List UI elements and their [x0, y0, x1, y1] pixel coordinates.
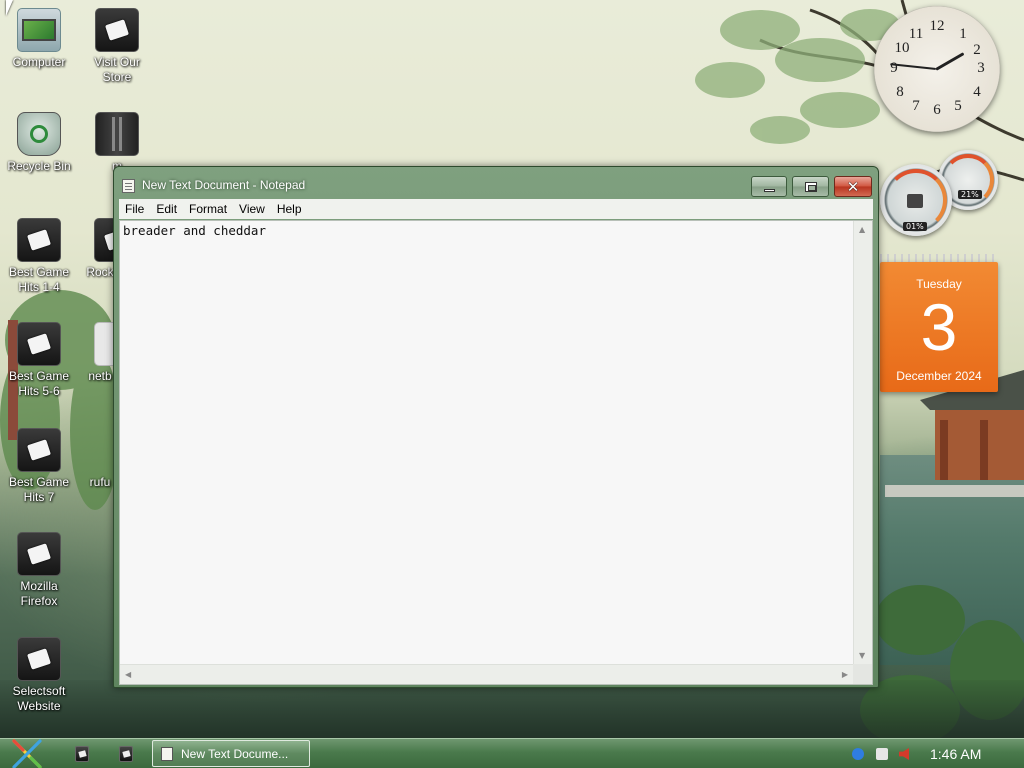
- desktop-icon-recycle-bin[interactable]: Recycle Bin: [2, 112, 76, 174]
- scroll-up-icon[interactable]: ▲: [859, 225, 865, 234]
- shortcut-icon: [17, 218, 61, 262]
- shortcut-icon: [17, 532, 61, 576]
- quick-launch-icon[interactable]: [75, 746, 89, 762]
- menu-bar: File Edit Format View Help: [119, 199, 873, 219]
- desktop-icon-selectsoft-website[interactable]: Selectsoft Website: [2, 637, 76, 714]
- clock-number: 6: [933, 102, 941, 118]
- window-title: New Text Document - Notepad: [142, 178, 306, 192]
- calendar-day-number: 3: [920, 290, 958, 364]
- maximize-button[interactable]: [792, 176, 829, 197]
- title-bar[interactable]: New Text Document - Notepad ✕: [114, 167, 878, 201]
- notepad-icon: [161, 747, 173, 761]
- desktop-icon-label: Best Game Hits 5-6: [8, 369, 70, 398]
- text-editor-area[interactable]: breader and cheddar ▲ ▼ ◀ ▶: [119, 220, 873, 685]
- cpu-meter-gadget[interactable]: 01%: [880, 164, 952, 236]
- desktop-icon-label: Mozilla Firefox: [20, 579, 58, 608]
- desktop-icon-label: Selectsoft Website: [12, 684, 66, 713]
- minimize-button[interactable]: [751, 176, 787, 197]
- desktop-icon-best-game-hits-7[interactable]: Best Game Hits 7: [2, 428, 76, 505]
- menu-format[interactable]: Format: [183, 199, 233, 219]
- desktop-icon-m[interactable]: m: [80, 112, 154, 174]
- clock-number: 1: [959, 26, 967, 42]
- resize-grip[interactable]: [853, 664, 872, 684]
- shortcut-icon: [17, 637, 61, 681]
- memory-percent: 21%: [958, 190, 982, 199]
- desktop-icon-label: Best Game Hits 1-4: [8, 265, 70, 294]
- scroll-right-icon[interactable]: ▶: [842, 670, 848, 679]
- document-text[interactable]: breader and cheddar: [123, 223, 266, 238]
- taskbar-notepad-button[interactable]: New Text Docume...: [152, 740, 310, 767]
- bushes-decoration: [860, 585, 1024, 740]
- shortcut-icon: [17, 322, 61, 366]
- minimize-icon: [763, 188, 775, 192]
- shortcut-icon: [95, 8, 139, 52]
- clock-number: 11: [908, 26, 924, 42]
- menu-file[interactable]: File: [119, 199, 150, 219]
- clock-number: 12: [929, 18, 945, 34]
- ground-decoration: [0, 680, 1024, 738]
- shortcut-icon: [17, 428, 61, 472]
- desktop-icon-mozilla-firefox[interactable]: Mozilla Firefox: [2, 532, 76, 609]
- calendar-month-year: December 2024: [896, 369, 982, 383]
- scroll-down-icon[interactable]: ▼: [859, 651, 865, 660]
- clock-number: 3: [977, 60, 985, 76]
- volume-muted-icon[interactable]: [899, 748, 909, 760]
- cpu-chip-icon: [907, 194, 923, 208]
- clock-number: 9: [890, 60, 898, 76]
- clock-number: 8: [896, 84, 904, 100]
- book-icon: [95, 112, 139, 156]
- cpu-percent: 01%: [903, 222, 927, 231]
- clock-number: 5: [954, 98, 962, 114]
- lake-water-decoration: [880, 455, 1024, 665]
- mouse-cursor-icon: [6, 0, 18, 16]
- desktop-icon-best-game-hits-5-6[interactable]: Best Game Hits 5-6: [2, 322, 76, 399]
- horizontal-scrollbar[interactable]: ◀ ▶: [120, 664, 853, 684]
- close-button[interactable]: ✕: [834, 176, 872, 197]
- clock-number: 2: [973, 42, 981, 58]
- quick-launch-icon[interactable]: [119, 746, 133, 762]
- computer-icon: [17, 8, 61, 52]
- desktop-icon-label: Visit Our Store: [94, 55, 140, 84]
- start-button[interactable]: [10, 739, 44, 768]
- desktop-icon-computer[interactable]: Computer: [2, 8, 76, 70]
- scroll-left-icon[interactable]: ◀: [125, 670, 131, 679]
- desktop-icon-visit-our-store[interactable]: Visit Our Store: [80, 8, 154, 85]
- vertical-scrollbar[interactable]: ▲ ▼: [853, 221, 872, 664]
- desktop-icon-label: Recycle Bin: [7, 159, 71, 173]
- menu-help[interactable]: Help: [271, 199, 308, 219]
- notepad-window[interactable]: New Text Document - Notepad ✕ File Edit …: [113, 166, 879, 688]
- network-icon[interactable]: [876, 748, 888, 760]
- maximize-icon: [804, 181, 817, 192]
- taskbar-clock[interactable]: 1:46 AM: [930, 746, 981, 762]
- notepad-icon: [122, 179, 135, 193]
- recycle-bin-icon: [17, 112, 61, 156]
- menu-view[interactable]: View: [233, 199, 271, 219]
- start-icon: [12, 739, 42, 768]
- clock-hour-hand: [935, 52, 965, 71]
- clock-number: 7: [912, 98, 920, 114]
- taskbar-task-label: New Text Docume...: [181, 747, 289, 761]
- calendar-gadget[interactable]: Tuesday 3 December 2024: [880, 262, 998, 392]
- desktop-icon-label: Best Game Hits 7: [8, 475, 70, 504]
- calendar-weekday: Tuesday: [916, 277, 962, 291]
- clock-gadget[interactable]: 12 1 2 3 4 5 6 7 8 9 10 11: [874, 6, 1000, 132]
- close-icon: ✕: [846, 177, 860, 196]
- bluetooth-icon[interactable]: [852, 748, 864, 760]
- desktop-icon-best-game-hits-1-4[interactable]: Best Game Hits 1-4: [2, 218, 76, 295]
- taskbar: New Text Docume... 1:46 AM: [0, 738, 1024, 768]
- menu-edit[interactable]: Edit: [150, 199, 183, 219]
- clock-number: 4: [973, 84, 981, 100]
- desktop-icon-label: Computer: [12, 55, 66, 69]
